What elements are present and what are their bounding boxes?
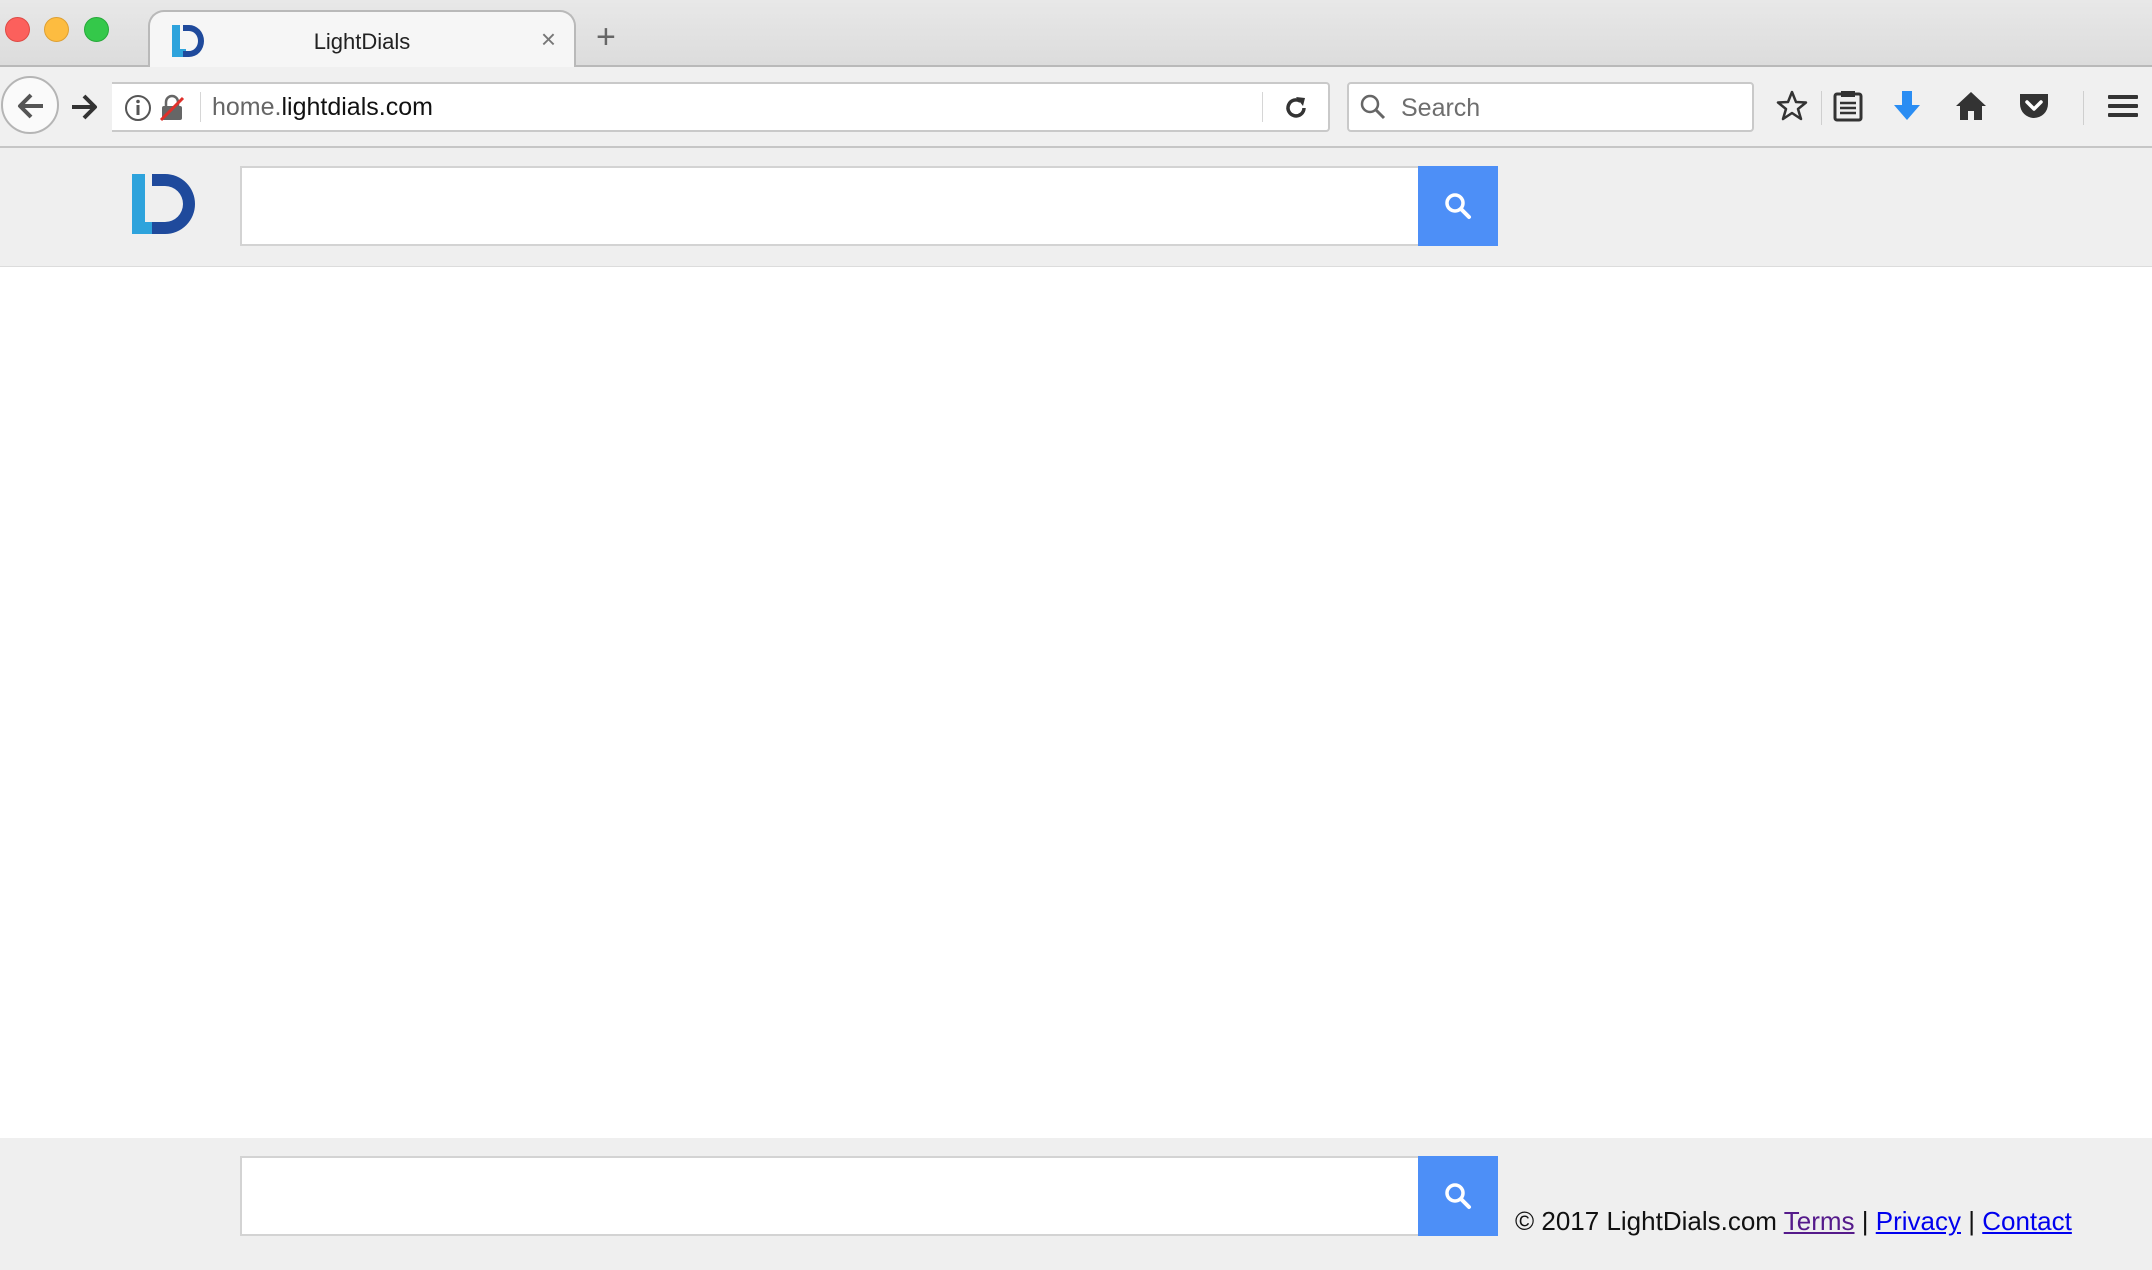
- hamburger-menu-icon[interactable]: [2106, 89, 2140, 123]
- pocket-icon[interactable]: [2017, 89, 2051, 123]
- copyright-text: © 2017 LightDials.com: [1515, 1206, 1777, 1236]
- header-search-input[interactable]: [240, 166, 1418, 246]
- tab-title: LightDials: [313, 29, 411, 54]
- url-bar[interactable]: home.lightdials.com: [112, 82, 1330, 132]
- back-button[interactable]: [1, 76, 59, 134]
- lightdials-logo-icon[interactable]: [132, 170, 200, 238]
- tab-bar: LightDials × +: [0, 0, 2152, 68]
- reader-list-icon[interactable]: [1832, 89, 1864, 123]
- window-minimize-button[interactable]: [44, 17, 69, 42]
- privacy-link[interactable]: Privacy: [1876, 1206, 1961, 1236]
- footer-search-form: [240, 1156, 1498, 1236]
- reload-icon[interactable]: [1282, 94, 1310, 122]
- download-icon[interactable]: [1891, 89, 1923, 123]
- browser-search-bar[interactable]: [1347, 82, 1754, 132]
- header-search-form: [240, 166, 1498, 246]
- window-zoom-button[interactable]: [84, 17, 109, 42]
- page-header: [0, 148, 2152, 267]
- url-text[interactable]: home.lightdials.com: [212, 93, 433, 122]
- page-footer: © 2017 LightDials.com Terms | Privacy | …: [0, 1138, 2152, 1270]
- browser-search-input[interactable]: [1399, 90, 1743, 126]
- toolbar-separator: [1821, 91, 1822, 125]
- header-search-button[interactable]: [1418, 166, 1498, 246]
- toolbar-separator: [2083, 91, 2084, 125]
- navigation-toolbar: home.lightdials.com: [0, 67, 2152, 148]
- bookmark-star-icon[interactable]: [1775, 89, 1809, 123]
- tab-close-icon[interactable]: ×: [541, 25, 556, 53]
- search-icon: [1445, 1183, 1471, 1209]
- info-icon[interactable]: [124, 94, 152, 122]
- search-icon: [1360, 94, 1386, 120]
- footer-separator: |: [1861, 1206, 1869, 1236]
- footer-separator: |: [1968, 1206, 1975, 1236]
- forward-arrow-icon[interactable]: [70, 93, 98, 121]
- terms-link[interactable]: Terms: [1784, 1206, 1855, 1236]
- back-arrow-icon: [18, 93, 43, 119]
- search-icon: [1445, 193, 1471, 219]
- window-close-button[interactable]: [5, 17, 30, 42]
- url-divider: [1262, 92, 1263, 122]
- contact-link[interactable]: Contact: [1982, 1206, 2072, 1236]
- tab-lightdials[interactable]: LightDials ×: [148, 10, 576, 68]
- footer-text: © 2017 LightDials.com Terms | Privacy | …: [1515, 1206, 2072, 1237]
- insecure-lock-icon[interactable]: [158, 94, 186, 122]
- url-divider: [200, 92, 201, 122]
- url-prefix: home.: [212, 93, 282, 121]
- new-tab-button[interactable]: +: [596, 20, 616, 54]
- home-icon[interactable]: [1954, 89, 1988, 123]
- url-domain: lightdials.com: [281, 93, 433, 121]
- footer-search-button[interactable]: [1418, 1156, 1498, 1236]
- footer-search-input[interactable]: [240, 1156, 1418, 1236]
